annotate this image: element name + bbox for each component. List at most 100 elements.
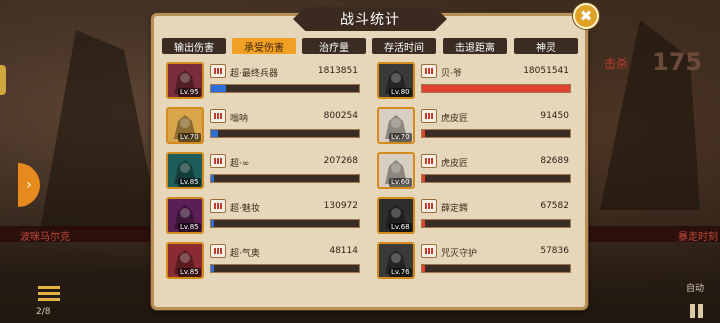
menu-icon[interactable] <box>38 286 60 302</box>
unit-row[interactable]: Lv.70 嗡呐 800254 <box>166 107 364 144</box>
unit-level: Lv.76 <box>389 268 412 277</box>
unit-portrait: Lv.85 <box>166 152 204 189</box>
chevron-right-icon: › <box>26 177 32 193</box>
unit-name: 虎皮匠 <box>441 159 469 169</box>
damage-taken-value: 82689 <box>540 156 569 166</box>
tab-knockback-distance[interactable]: 击退距离 <box>443 38 507 54</box>
damage-bar <box>210 129 360 138</box>
damage-taken-value: 48114 <box>329 246 358 256</box>
unit-level: Lv.80 <box>389 88 412 97</box>
damage-taken-value: 91450 <box>540 111 569 121</box>
unit-name: 超·最终兵器 <box>230 69 278 79</box>
wave-counter: 2/8 <box>36 307 51 317</box>
stats-tabs: 输出伤害 承受伤害 治疗量 存活时间 击退距离 神灵 <box>162 38 582 56</box>
unit-row[interactable]: Lv.60 虎皮匠 82689 <box>377 152 575 189</box>
unit-portrait: Lv.85 <box>166 197 204 234</box>
damage-bar-fill <box>422 265 425 272</box>
unit-name: 超·∞ <box>230 159 250 169</box>
damage-bar <box>210 219 360 228</box>
damage-taken-icon <box>210 64 226 78</box>
unit-row[interactable]: Lv.85 超·气奥 48114 <box>166 242 364 279</box>
close-button[interactable]: ✖ <box>573 3 599 29</box>
tab-healing[interactable]: 治疗量 <box>302 38 366 54</box>
unit-row[interactable]: Lv.85 超·∞ 207268 <box>166 152 364 189</box>
damage-taken-value: 800254 <box>323 111 358 121</box>
right-unit-label: 暴走时刻 <box>678 232 718 243</box>
damage-bar-fill <box>422 130 425 137</box>
damage-taken-value: 1813851 <box>317 66 358 76</box>
unit-name: 嗡呐 <box>230 114 249 124</box>
unit-row[interactable]: Lv.95 超·最终兵器 1813851 <box>166 62 364 99</box>
unit-row[interactable]: Lv.70 虎皮匠 91450 <box>377 107 575 144</box>
damage-taken-icon <box>421 154 437 168</box>
unit-level: Lv.70 <box>389 133 412 142</box>
damage-taken-icon <box>210 244 226 258</box>
unit-level: Lv.85 <box>178 268 201 277</box>
damage-taken-icon <box>210 199 226 213</box>
panel-title: 战斗统计 <box>340 12 400 28</box>
unit-level: Lv.95 <box>178 88 201 97</box>
damage-bar <box>421 84 571 93</box>
damage-bar <box>421 264 571 273</box>
unit-name: 贝·爷 <box>441 69 462 79</box>
auto-battle-toggle[interactable]: 自动 <box>686 281 704 294</box>
damage-taken-icon <box>210 154 226 168</box>
unit-name: 超·气奥 <box>230 249 260 259</box>
unit-portrait: Lv.85 <box>166 242 204 279</box>
kill-label: 击杀 <box>604 57 629 71</box>
unit-portrait: Lv.70 <box>377 107 415 144</box>
unit-level: Lv.68 <box>389 223 412 232</box>
unit-level: Lv.60 <box>389 178 412 187</box>
unit-portrait: Lv.80 <box>377 62 415 99</box>
damage-bar-fill <box>211 130 219 137</box>
unit-portrait: Lv.76 <box>377 242 415 279</box>
panel-title-banner: 战斗统计 <box>293 7 447 31</box>
damage-bar-fill <box>422 175 425 182</box>
damage-bar <box>210 174 360 183</box>
unit-portrait: Lv.70 <box>166 107 204 144</box>
damage-taken-value: 18051541 <box>523 66 569 76</box>
damage-taken-icon <box>210 109 226 123</box>
damage-taken-icon <box>421 64 437 78</box>
damage-bar <box>421 219 571 228</box>
damage-bar-fill <box>211 265 214 272</box>
unit-name: 虎皮匠 <box>441 114 469 124</box>
unit-level: Lv.70 <box>178 133 201 142</box>
unit-row[interactable]: Lv.68 薛定鳄 67582 <box>377 197 575 234</box>
damage-taken-icon <box>421 199 437 213</box>
damage-taken-value: 57836 <box>540 246 569 256</box>
unit-portrait: Lv.95 <box>166 62 204 99</box>
left-edge-button[interactable] <box>0 65 6 95</box>
damage-taken-icon <box>421 109 437 123</box>
tab-survival-time[interactable]: 存活时间 <box>372 38 436 54</box>
tab-damage-dealt[interactable]: 输出伤害 <box>162 38 226 54</box>
damage-bar-fill <box>422 220 425 227</box>
unit-row[interactable]: Lv.80 贝·爷 18051541 <box>377 62 575 99</box>
left-unit-label: 波咪马尔克 <box>20 232 70 243</box>
damage-bar-fill <box>211 220 214 227</box>
unit-row[interactable]: Lv.76 咒灭守护 57836 <box>377 242 575 279</box>
unit-name: 咒灭守护 <box>441 249 478 259</box>
unit-name: 超·魅妆 <box>230 204 260 214</box>
damage-bar <box>421 174 571 183</box>
tab-damage-taken[interactable]: 承受伤害 <box>232 38 296 54</box>
damage-bar-fill <box>211 175 214 182</box>
damage-bar-fill <box>422 85 570 92</box>
damage-taken-value: 130972 <box>323 201 358 211</box>
damage-bar <box>210 264 360 273</box>
pause-icon[interactable] <box>690 303 706 318</box>
damage-taken-icon <box>421 244 437 258</box>
damage-bar <box>421 129 571 138</box>
damage-taken-value: 67582 <box>540 201 569 211</box>
unit-level: Lv.85 <box>178 178 201 187</box>
close-icon: ✖ <box>579 7 593 25</box>
kill-count: 175 <box>652 48 703 76</box>
damage-bar-fill <box>211 85 226 92</box>
tab-divinity[interactable]: 神灵 <box>514 38 578 54</box>
unit-portrait: Lv.68 <box>377 197 415 234</box>
unit-level: Lv.85 <box>178 223 201 232</box>
unit-portrait: Lv.60 <box>377 152 415 189</box>
damage-taken-value: 207268 <box>323 156 358 166</box>
unit-row[interactable]: Lv.85 超·魅妆 130972 <box>166 197 364 234</box>
unit-name: 薛定鳄 <box>441 204 469 214</box>
